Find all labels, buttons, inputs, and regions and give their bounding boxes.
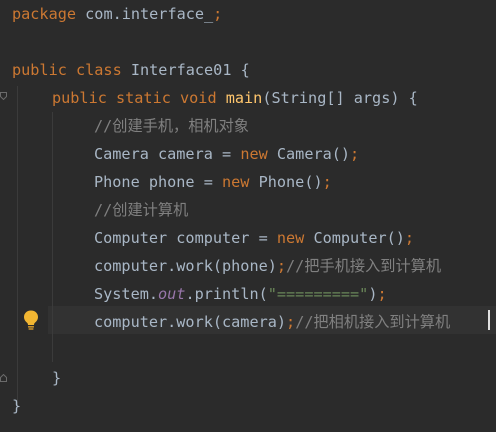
closing-brace: } [52,369,62,387]
text-caret [488,310,490,330]
constructor-call: Camera() [267,145,351,163]
semicolon: ; [286,313,296,331]
comment: //把手机接入到计算机 [286,257,442,275]
code-line-work-phone: computer.work(phone);//把手机接入到计算机 [94,252,441,280]
indent-guide [17,86,18,406]
close-paren: ) [368,285,378,303]
semicolon: ; [276,257,287,275]
code-line-camera: Camera camera = new Camera(); [94,140,359,168]
static-field: out [158,285,186,303]
comment: //创建手机，相机对象 [94,117,249,135]
code-line-method-close: } [52,364,61,392]
keyword: public class [12,61,122,79]
declaration: Phone phone = [94,173,223,191]
keyword: new [222,173,250,191]
semicolon: ; [350,145,360,163]
code-line-comment: //创建计算机 [94,196,188,224]
code-line-phone: Phone phone = new Phone(); [94,168,332,196]
keyword: new [240,145,268,163]
semicolon: ; [322,173,332,191]
code-line-class-declaration: public class Interface01 { [12,56,250,84]
code-line-comment: //创建手机，相机对象 [94,112,249,140]
method-params: (String[] args) { [262,89,418,107]
string-literal: "=========" [267,285,369,303]
code-editor[interactable]: package com.interface_; public class Int… [0,0,496,432]
semicolon: ; [213,5,223,23]
method-name: main [225,89,263,107]
constructor-call: Phone() [249,173,323,191]
semicolon: ; [404,229,415,247]
code-line-package: package com.interface_; [12,0,222,28]
indent-guide [52,112,53,362]
comment: //把相机接入到计算机 [295,313,451,331]
class-ref: System. [94,285,159,303]
lightbulb-icon[interactable] [22,309,40,331]
code-line-class-close: } [12,392,21,420]
keyword: public static void [52,89,217,107]
method-call: .println( [185,285,268,303]
declaration: Computer computer = [94,229,277,247]
code-line-println: System.out.println("========="); [94,280,387,308]
constructor-call: Computer() [304,229,405,247]
method-call: computer.work(phone) [94,257,277,275]
closing-brace: } [12,397,22,415]
declaration: Camera camera = [94,145,241,163]
comment: //创建计算机 [94,201,189,219]
code-line-main-method: public static void main(String[] args) { [52,84,418,112]
keyword: new [276,229,305,247]
method-call: computer.work(camera) [94,313,287,331]
fold-marker-icon[interactable] [0,374,7,382]
semicolon: ; [377,285,387,303]
class-name: Interface01 { [121,61,250,79]
fold-marker-icon[interactable] [0,92,7,100]
package-name: com.interface_ [76,5,214,23]
code-line-work-camera: computer.work(camera);//把相机接入到计算机 [94,308,450,336]
code-line-computer: Computer computer = new Computer(); [94,224,414,252]
keyword: package [12,5,77,23]
